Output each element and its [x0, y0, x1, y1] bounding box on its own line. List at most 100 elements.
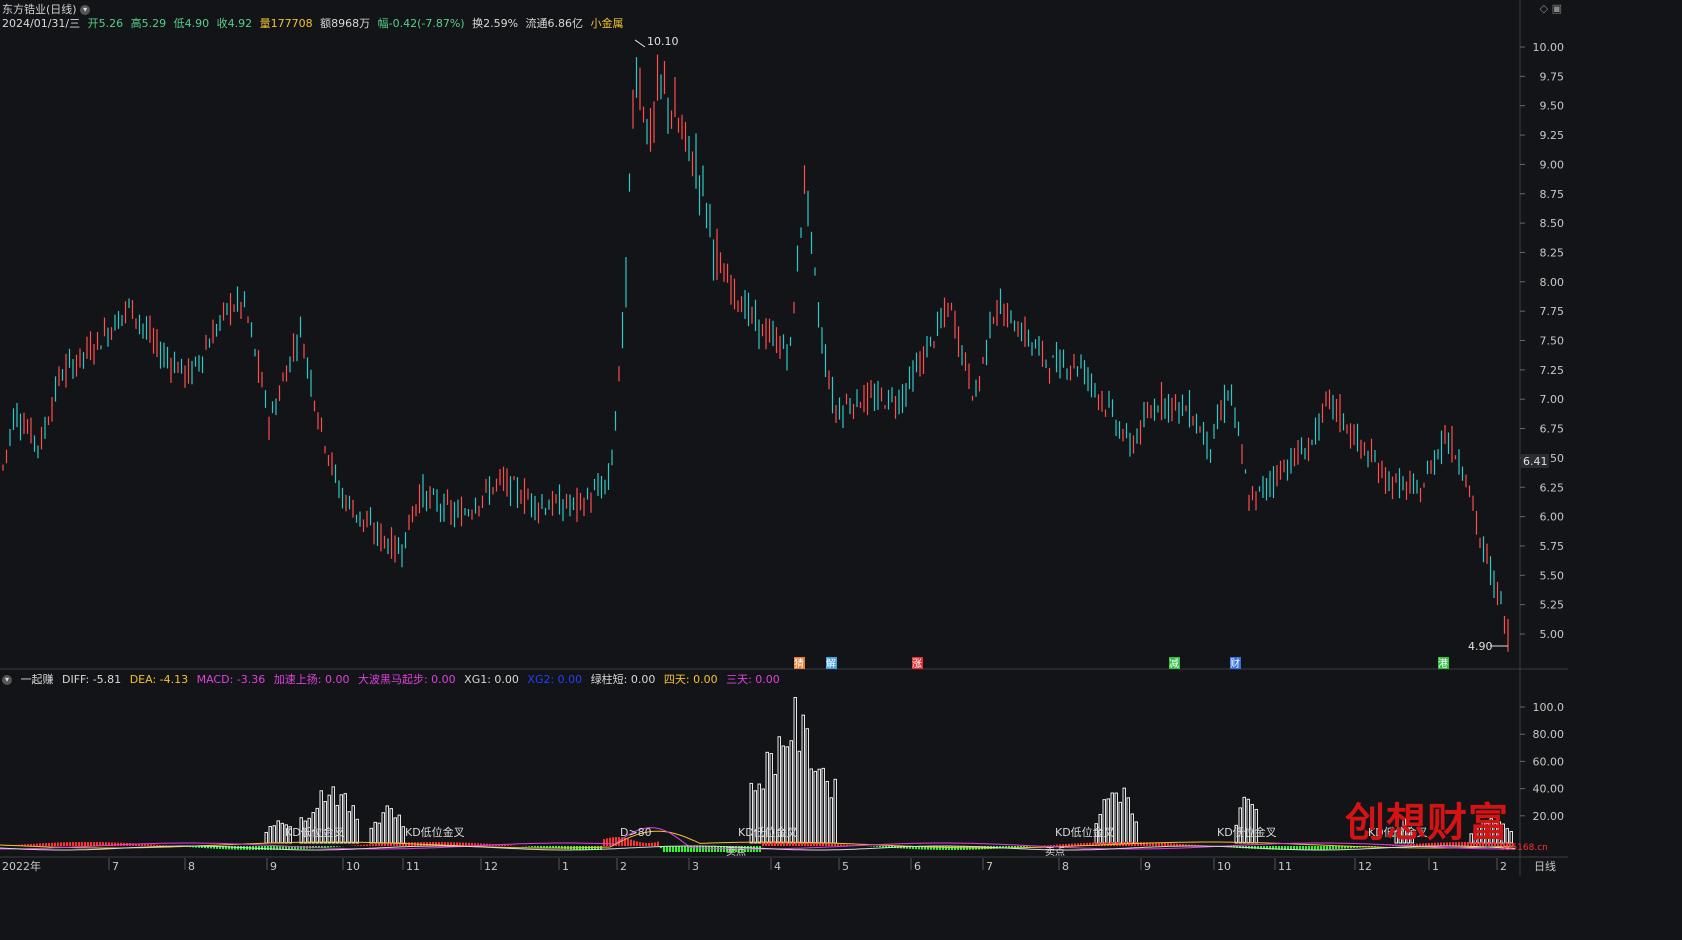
indicator-bar	[1134, 821, 1138, 844]
price-tick-label: 5.50	[1540, 569, 1565, 582]
macd-bar	[1320, 846, 1322, 850]
macd-bar	[1065, 844, 1067, 846]
macd-bar	[783, 842, 785, 846]
price-tick-label: 8.25	[1540, 246, 1565, 259]
macd-bar	[1050, 845, 1052, 846]
macd-bar	[267, 846, 269, 850]
time-tick-label: 11	[1278, 860, 1292, 873]
macd-bar	[702, 846, 704, 852]
macd-bar	[609, 837, 611, 846]
time-tick-label: 4	[774, 860, 781, 873]
macd-bar	[948, 846, 950, 850]
time-tick-label: 5	[842, 860, 849, 873]
macd-bar	[510, 845, 512, 846]
indicator-bar	[377, 822, 381, 844]
macd-bar	[678, 846, 680, 852]
chevron-down-icon[interactable]: ▾	[80, 5, 91, 15]
indicator-bigwave: 大波黑马起步: 0.00	[357, 673, 456, 686]
price-tick-label: 7.75	[1540, 305, 1565, 318]
time-tick-label: 8	[1062, 860, 1069, 873]
indicator-bar	[821, 767, 825, 844]
macd-bar	[354, 845, 356, 846]
signal-label: D>80	[620, 826, 652, 839]
macd-bar	[669, 846, 671, 852]
time-tick-label: 10	[346, 860, 360, 873]
macd-bar	[42, 843, 44, 846]
quote-amount: 额8968万	[320, 17, 371, 30]
kline-chart[interactable]: 10.00 9.75 9.50 9.25 9.00 8.75 8.50 8.25 8.00 7.7…	[0, 0, 1568, 876]
event-badge-label[interactable]: 解	[826, 657, 836, 670]
macd-bar	[780, 842, 782, 846]
indicator-bar	[1509, 830, 1513, 844]
macd-bar	[801, 842, 803, 846]
restore-icon[interactable]: ▣	[1552, 2, 1562, 15]
macd-bar	[543, 846, 545, 848]
macd-bar	[810, 842, 812, 846]
time-tick-label: 7	[112, 860, 119, 873]
event-badge-label[interactable]: 猜	[794, 657, 804, 670]
diamond-icon[interactable]: ◇	[1540, 2, 1548, 15]
macd-bar	[90, 842, 92, 846]
macd-bar	[816, 842, 818, 846]
macd-bar	[537, 846, 539, 848]
quote-sector[interactable]: 小金属	[591, 17, 624, 30]
indicator-name[interactable]: 一起赚	[21, 673, 54, 686]
macd-bar	[696, 846, 698, 852]
event-badge-label[interactable]: 减	[1169, 658, 1179, 670]
macd-bar	[873, 846, 875, 847]
candles	[2, 54, 1509, 652]
indicator-bar	[389, 808, 393, 844]
macd-bar	[504, 844, 506, 846]
macd-bar	[936, 846, 938, 850]
price-tick-label: 5.75	[1540, 540, 1565, 553]
macd-bar	[324, 846, 326, 848]
macd-bar	[603, 839, 605, 846]
time-tick-label: 1	[562, 860, 569, 873]
indicator-xg2: XG2: 0.00	[527, 673, 583, 686]
indicator-bar	[833, 778, 837, 844]
time-tick-label: 2	[1500, 860, 1507, 873]
macd-bar	[87, 842, 89, 846]
macd-bar	[327, 846, 329, 848]
quote-date: 2024/01/31/三	[2, 17, 81, 30]
macd-bar	[1104, 842, 1106, 846]
macd-bar	[30, 843, 32, 846]
chevron-down-icon[interactable]: ▾	[2, 675, 12, 685]
macd-bar	[1023, 846, 1025, 847]
macd-bar	[789, 842, 791, 846]
macd-bar	[1017, 846, 1019, 848]
indicator-bar	[809, 768, 813, 844]
macd-bar	[822, 843, 824, 846]
signal-label: KD低位金叉	[405, 825, 465, 839]
period-label[interactable]: 日线	[1534, 859, 1556, 873]
macd-bar	[66, 842, 68, 846]
macd-bar	[1164, 843, 1166, 846]
macd-bar	[54, 842, 56, 846]
event-badge-label[interactable]: 涨	[912, 658, 922, 670]
event-badge-label[interactable]: 财	[1230, 657, 1240, 670]
macd-bar	[159, 845, 161, 846]
macd-bar	[231, 846, 233, 850]
macd-bar	[1338, 846, 1340, 849]
indicator-bar	[797, 750, 801, 844]
macd-bar	[768, 842, 770, 846]
indicator-bar	[393, 817, 397, 844]
event-badge-label[interactable]: 港	[1438, 658, 1448, 670]
macd-bar	[465, 842, 467, 846]
macd-bar	[57, 842, 59, 846]
time-tick-label: 12	[484, 860, 498, 873]
current-price-label: 6.41	[1523, 455, 1548, 468]
indicator-bar	[817, 768, 821, 844]
macd-bar	[825, 843, 827, 846]
macd-bar	[1056, 844, 1058, 846]
indicator-fourday: 四天: 0.00	[663, 673, 718, 686]
macd-bar	[1059, 844, 1061, 846]
macd-bar	[882, 846, 884, 848]
macd-bar	[48, 842, 50, 846]
macd-bar	[771, 842, 773, 846]
time-tick-label: 2	[620, 860, 627, 873]
window-controls: ◇ ▣	[1540, 2, 1562, 15]
macd-bar	[1335, 846, 1337, 850]
macd-bar	[648, 842, 650, 846]
macd-bar	[72, 842, 74, 846]
